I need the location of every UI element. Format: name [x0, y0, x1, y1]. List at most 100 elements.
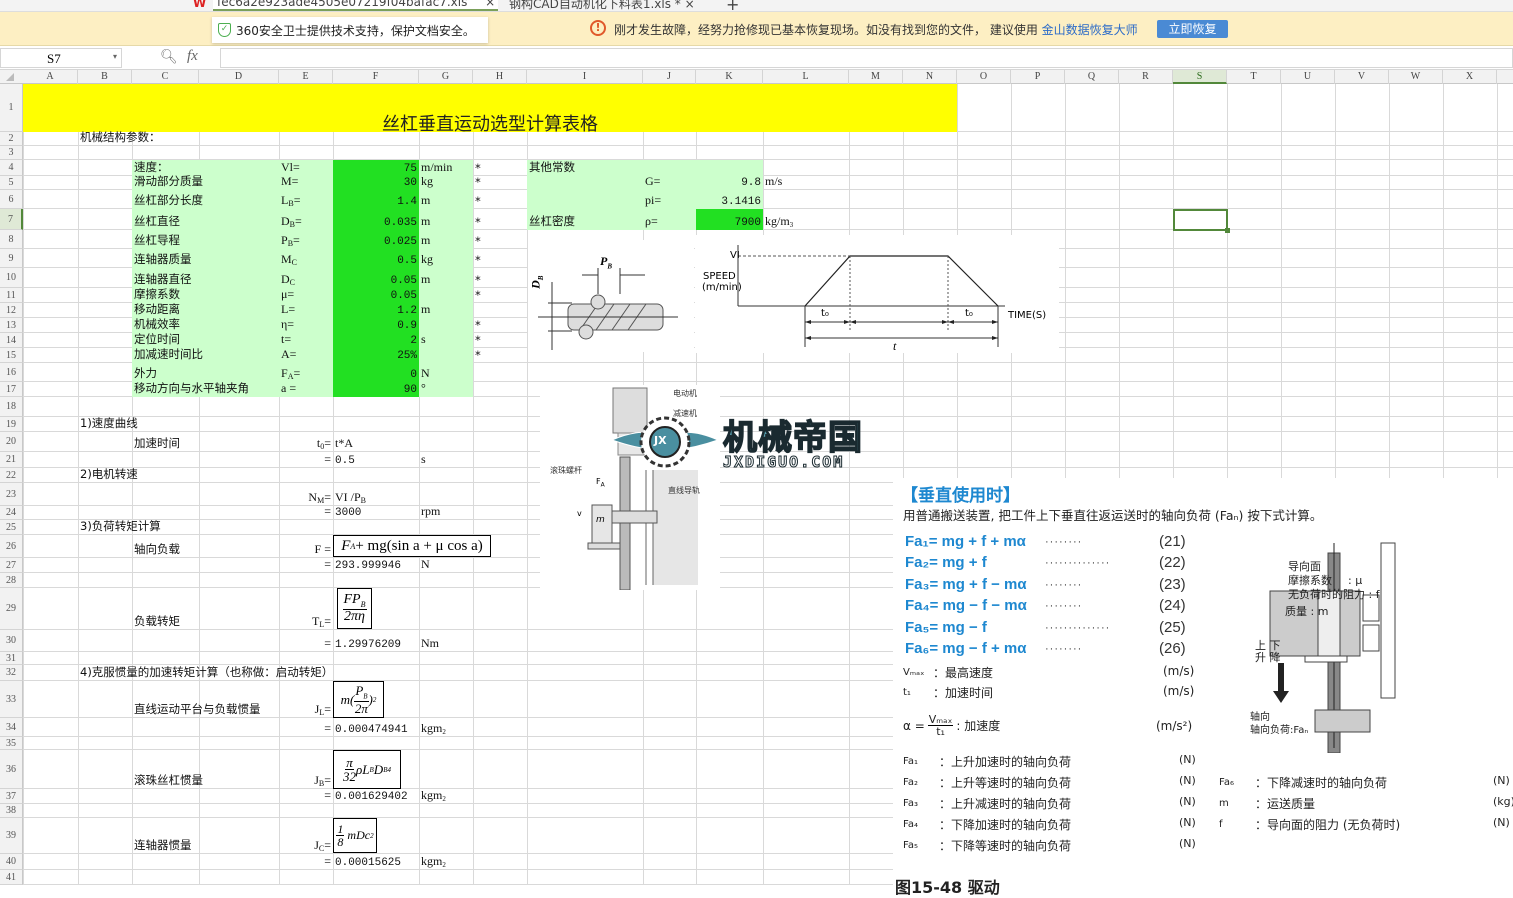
cell-C8[interactable]: 丝杠导程: [132, 230, 199, 249]
formula-input[interactable]: [220, 48, 1513, 68]
cell-K6[interactable]: 3.1416: [696, 190, 763, 209]
cell-G34[interactable]: kgm 2: [419, 718, 473, 737]
cell-B2[interactable]: 机械结构参数：: [78, 130, 161, 146]
cell-F4[interactable]: 75: [333, 160, 419, 176]
chevron-down-icon[interactable]: ▾: [113, 52, 117, 61]
row-header-37[interactable]: 37: [0, 789, 23, 804]
column-header-G[interactable]: G: [419, 70, 473, 84]
cell-E40[interactable]: =: [279, 854, 333, 870]
cell-E7[interactable]: D B =: [279, 209, 333, 230]
cell-F37[interactable]: 0.001629402: [333, 789, 419, 804]
cell-F6[interactable]: 1.4: [333, 190, 419, 209]
cell-F24[interactable]: 3000: [333, 506, 419, 520]
cell-C39[interactable]: 连轴器惯量: [132, 818, 199, 854]
column-header-F[interactable]: F: [333, 70, 419, 84]
cell-F12[interactable]: 1.2: [333, 303, 419, 318]
column-header-V[interactable]: V: [1335, 70, 1389, 84]
column-header-K[interactable]: K: [696, 70, 763, 84]
row-header-23[interactable]: 23: [0, 483, 23, 506]
row-header-28[interactable]: 28: [0, 573, 23, 588]
cell-E5[interactable]: M=: [279, 174, 333, 190]
cell-C29[interactable]: 负载转矩: [132, 588, 199, 630]
cell-F9[interactable]: 0.5: [333, 249, 419, 268]
cell-H13[interactable]: *: [473, 318, 527, 333]
column-header-T[interactable]: T: [1227, 70, 1281, 84]
row-header-29[interactable]: 29: [0, 588, 23, 630]
cell-I7[interactable]: 丝杠密度: [527, 209, 643, 230]
recover-now-button[interactable]: 立即恢复: [1157, 20, 1228, 38]
row-header-12[interactable]: 12: [0, 303, 23, 318]
row-header-26[interactable]: 26: [0, 535, 23, 558]
row-header-9[interactable]: 9: [0, 249, 23, 268]
cell-J5[interactable]: G=: [643, 174, 696, 190]
cell-E33[interactable]: J L =: [279, 681, 333, 718]
zoom-search-icon[interactable]: 🔍︎: [160, 49, 178, 65]
cell-E21[interactable]: =: [279, 452, 333, 468]
row-header-24[interactable]: 24: [0, 506, 23, 520]
cell-E26[interactable]: F =: [279, 535, 333, 558]
column-header-D[interactable]: D: [199, 70, 279, 84]
row-header-6[interactable]: 6: [0, 190, 23, 209]
cell-H11[interactable]: *: [473, 288, 527, 303]
row-header-16[interactable]: 16: [0, 363, 23, 382]
cell-C10[interactable]: 连轴器直径: [132, 268, 199, 288]
name-box[interactable]: S7 ▾: [0, 48, 122, 68]
column-header-B[interactable]: B: [78, 70, 132, 84]
cell-E14[interactable]: t=: [279, 332, 333, 348]
cell-H5[interactable]: *: [473, 175, 527, 190]
cell-E30[interactable]: =: [279, 630, 333, 652]
row-header-4[interactable]: 4: [0, 160, 23, 176]
cell-L5[interactable]: m/s: [763, 174, 849, 190]
column-header-Q[interactable]: Q: [1065, 70, 1119, 84]
row-header-25[interactable]: 25: [0, 520, 23, 535]
row-header-1[interactable]: 1: [0, 84, 23, 132]
tab-file-2[interactable]: 钢构CAD自动机化下料表1.xls * ×: [505, 0, 705, 11]
cell-E11[interactable]: μ=: [279, 287, 333, 303]
row-header-17[interactable]: 17: [0, 382, 23, 397]
cell-E10[interactable]: DC: [279, 268, 333, 288]
cell-G21[interactable]: s: [419, 452, 473, 468]
cell-E20[interactable]: t 0 =: [279, 432, 333, 452]
cell-E39[interactable]: J C =: [279, 818, 333, 854]
cell-E24[interactable]: =: [279, 504, 333, 520]
cell-C20[interactable]: 加速时间: [132, 432, 199, 452]
cell-F16[interactable]: 0: [333, 363, 419, 382]
row-header-7[interactable]: 7: [0, 209, 23, 230]
cell-C6[interactable]: 丝杠部分长度: [132, 190, 203, 209]
cell-F27[interactable]: 293.999946: [333, 558, 419, 573]
row-header-30[interactable]: 30: [0, 630, 23, 652]
cell-G37[interactable]: kgm 2: [419, 788, 473, 804]
row-header-32[interactable]: 32: [0, 665, 23, 681]
cell-F11[interactable]: 0.05: [333, 288, 419, 303]
cell-E23[interactable]: N M =: [279, 483, 333, 506]
cell-H14[interactable]: *: [473, 333, 527, 348]
cell-F7[interactable]: 0.035: [333, 209, 419, 230]
cell-G6[interactable]: m: [419, 190, 473, 209]
row-header-21[interactable]: 21: [0, 452, 23, 468]
row-header-18[interactable]: 18: [0, 397, 23, 417]
column-header-N[interactable]: N: [903, 70, 957, 84]
row-header-2[interactable]: 2: [0, 132, 23, 146]
column-header-A[interactable]: A: [23, 70, 78, 84]
row-header-3[interactable]: 3: [0, 146, 23, 160]
cell-E12[interactable]: L=: [279, 302, 333, 318]
cell-G12[interactable]: m: [419, 302, 473, 318]
cell-G30[interactable]: Nm: [419, 630, 473, 652]
cell-G9[interactable]: kg: [419, 249, 473, 268]
fill-handle[interactable]: [1225, 228, 1230, 233]
cell-G27[interactable]: N: [419, 557, 473, 573]
cell-H4[interactable]: *: [473, 160, 527, 176]
cell-C36[interactable]: 滚珠丝杠惯量: [132, 750, 203, 789]
column-header-L[interactable]: L: [763, 70, 849, 84]
column-header-S[interactable]: S: [1173, 70, 1227, 84]
recovery-tool-link[interactable]: 金山数据恢复大师: [1042, 23, 1138, 37]
cell-C5[interactable]: 滑动部分质量: [132, 174, 203, 190]
cell-E9[interactable]: MC: [279, 249, 333, 268]
row-header-8[interactable]: 8: [0, 230, 23, 249]
cell-C7[interactable]: 丝杠直径: [132, 209, 199, 230]
row-header-33[interactable]: 33: [0, 681, 23, 718]
select-all-corner[interactable]: [6, 73, 14, 81]
cell-H7[interactable]: *: [473, 209, 527, 230]
cell-G7[interactable]: m: [419, 209, 473, 230]
cell-F5[interactable]: 30: [333, 176, 419, 190]
